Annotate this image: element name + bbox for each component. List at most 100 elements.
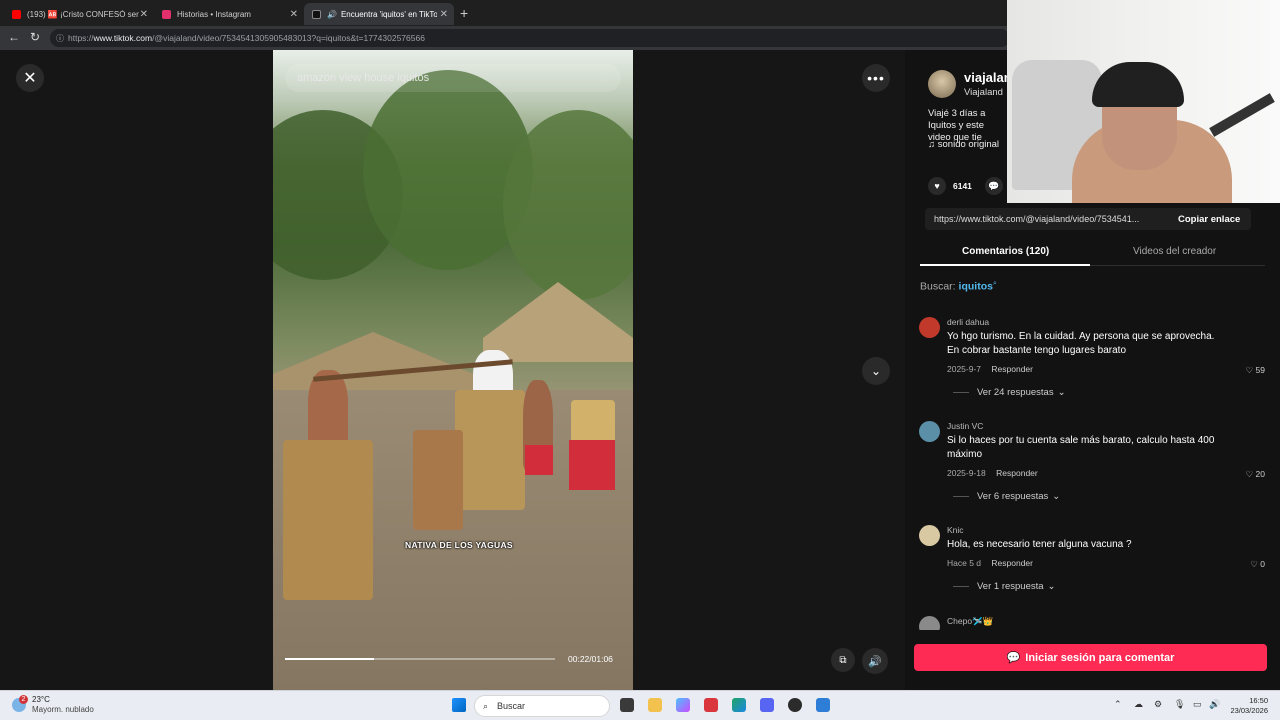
close-tab-icon[interactable]: ✕: [290, 9, 298, 20]
onedrive-icon[interactable]: ☁: [1134, 699, 1143, 710]
reply-button[interactable]: Responder: [996, 468, 1038, 478]
login-label: Iniciar sesión para comentar: [1025, 651, 1175, 664]
tab-comments[interactable]: Comentarios (120): [962, 246, 1049, 257]
copy-link-button[interactable]: Copiar enlace: [1178, 214, 1240, 225]
tab-tiktok[interactable]: 🔊 Encuentra 'iquitos' en TikTok ✕: [304, 3, 454, 25]
file-explorer-icon[interactable]: [648, 698, 662, 712]
settings-icon[interactable]: ⚙: [1154, 699, 1162, 710]
like-control[interactable]: ♥ 6141: [928, 177, 972, 195]
discord-icon[interactable]: [760, 698, 774, 712]
close-video-button[interactable]: ✕: [16, 64, 44, 92]
scene-person: [525, 445, 553, 475]
wps-icon[interactable]: [704, 698, 718, 712]
notepad-icon[interactable]: [816, 698, 830, 712]
clock-date: 23/03/2026: [1230, 706, 1268, 715]
login-to-comment-button[interactable]: 💬 Iniciar sesión para comentar: [914, 644, 1267, 671]
scene-person: [455, 390, 525, 510]
avatar[interactable]: [919, 525, 940, 546]
site-info-icon[interactable]: ⓘ: [56, 33, 64, 44]
next-video-button[interactable]: ⌄: [862, 357, 890, 385]
weather-icon: 2: [12, 695, 28, 712]
view-replies-button[interactable]: Ver 24 respuestas ⌄: [953, 387, 1066, 398]
video-progress-bar[interactable]: [285, 658, 555, 660]
scene-person: [569, 440, 615, 490]
screen: (193) 🆎 ¡Cristo CONFESÓ ser YAHVEH! ✕ Hi…: [0, 0, 1280, 720]
microphone-icon[interactable]: 🎙: [1174, 699, 1185, 710]
video-frame[interactable]: amazon view house iquitos ⌕ NATIVA DE LO…: [273, 50, 633, 690]
scene-person: [308, 370, 348, 450]
volume-button[interactable]: 🔊: [862, 648, 888, 674]
volume-icon: 🔊: [868, 655, 882, 668]
task-view-icon[interactable]: [620, 698, 634, 712]
windows-taskbar: 2 23°C Mayorm. nublado ⌕ Buscar ⌃ ☁ ⚙ 🎙 …: [0, 690, 1280, 720]
comment-item: Knic Hola, es necesario tener alguna vac…: [919, 525, 1265, 595]
video-search-text: amazon view house iquitos: [297, 72, 430, 84]
back-icon[interactable]: ←: [8, 30, 20, 44]
comment-text: Hola, es necesario tener alguna vacuna ?: [947, 539, 1132, 550]
chevron-up-icon[interactable]: ⌃: [1114, 699, 1122, 710]
comment-item: derli dahua Yo hgo turismo. En la cuidad…: [919, 317, 1265, 398]
scene-hut: [273, 332, 473, 392]
copilot-icon[interactable]: [676, 698, 690, 712]
creator-avatar[interactable]: [928, 70, 956, 98]
comment-like[interactable]: ♡ 20: [1246, 469, 1265, 480]
comment-username[interactable]: derli dahua: [947, 317, 989, 327]
comment-like[interactable]: ♡ 0: [1250, 559, 1265, 570]
comment-like-count: 59: [1255, 365, 1265, 375]
comment-username[interactable]: Knic: [947, 525, 964, 535]
share-link-url[interactable]: https://www.tiktok.com/@viajaland/video/…: [934, 214, 1166, 224]
chevron-down-icon: ⌄: [1057, 387, 1066, 398]
pip-button[interactable]: ⧉: [831, 648, 855, 672]
search-label: Buscar:: [920, 280, 956, 293]
notification-badge: 2: [19, 695, 28, 704]
close-icon: ✕: [23, 70, 37, 87]
close-tab-icon[interactable]: ✕: [440, 9, 448, 20]
comment-meta: 2025-9-18 Responder: [947, 468, 1038, 478]
url-field[interactable]: ⓘ https://www.tiktok.com/@viajaland/vide…: [50, 29, 1010, 47]
search-icon[interactable]: ⌕: [602, 71, 609, 86]
tab-label: (193) 🆎 ¡Cristo CONFESÓ ser YAHVEH!: [27, 9, 139, 19]
view-replies-button[interactable]: Ver 1 respuesta ⌄: [953, 581, 1056, 592]
comment-like[interactable]: ♡ 59: [1246, 365, 1265, 376]
chevron-down-icon: ⌄: [1047, 581, 1056, 592]
url-prefix: https://: [68, 33, 94, 43]
heart-icon[interactable]: ♥: [928, 177, 946, 195]
reply-button[interactable]: Responder: [991, 558, 1033, 568]
avatar[interactable]: [919, 317, 940, 338]
comment-bubble-icon: 💬: [1006, 652, 1021, 664]
active-tab-indicator: [920, 264, 1090, 266]
weather-widget[interactable]: 2 23°C Mayorm. nublado: [12, 695, 94, 715]
windows-start-icon[interactable]: [452, 698, 466, 712]
edge-icon[interactable]: [732, 698, 746, 712]
video-search-bar[interactable]: amazon view house iquitos ⌕: [285, 64, 621, 92]
comment-username[interactable]: Chepo🛩️👑: [947, 616, 993, 627]
view-replies-button[interactable]: Ver 6 respuestas ⌄: [953, 491, 1060, 502]
display-icon[interactable]: ▭: [1193, 699, 1202, 710]
avatar[interactable]: [919, 616, 940, 630]
comment-icon[interactable]: 💬: [985, 177, 1003, 195]
tab-youtube[interactable]: (193) 🆎 ¡Cristo CONFESÓ ser YAHVEH! ✕: [4, 3, 154, 25]
comment-like-count: 20: [1255, 469, 1265, 479]
more-options-button[interactable]: •••: [862, 64, 890, 92]
view-replies-label: Ver 24 respuestas: [977, 387, 1054, 398]
music-note-icon: ♫: [928, 139, 936, 150]
search-icon: ⌕: [992, 280, 997, 287]
tab-instagram[interactable]: Historias • Instagram ✕: [154, 3, 304, 25]
comment-date: 2025-9-7: [947, 364, 982, 374]
reload-icon[interactable]: ↻: [30, 30, 40, 44]
new-tab-icon[interactable]: +: [460, 5, 468, 21]
sound-link[interactable]: ♫ sonido original: [928, 139, 999, 150]
tab-creator-videos[interactable]: Videos del creador: [1133, 246, 1216, 257]
close-tab-icon[interactable]: ✕: [140, 9, 148, 20]
heart-outline-icon: ♡: [1250, 559, 1258, 569]
system-clock[interactable]: 16:50 23/03/2026: [1222, 696, 1268, 716]
avatar[interactable]: [919, 421, 940, 442]
reply-button[interactable]: Responder: [991, 364, 1033, 374]
obs-icon[interactable]: [788, 698, 802, 712]
scene-person: [283, 440, 373, 600]
taskbar-search[interactable]: ⌕ Buscar: [474, 695, 610, 717]
volume-icon[interactable]: 🔊: [1209, 699, 1220, 710]
weather-condition: Mayorm. nublado: [32, 705, 94, 714]
search-term-link[interactable]: iquitos: [959, 281, 993, 293]
comment-username[interactable]: Justin VC: [947, 421, 983, 431]
